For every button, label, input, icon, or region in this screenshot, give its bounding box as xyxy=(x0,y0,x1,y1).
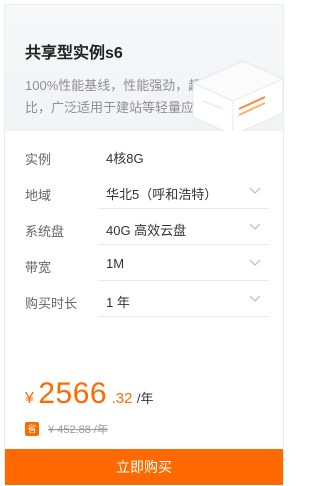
spec-value-duration: 1 年 xyxy=(106,295,130,310)
buy-now-button[interactable]: 立即购买 xyxy=(5,449,283,485)
spec-row-bandwidth[interactable]: 带宽 1M xyxy=(5,247,283,283)
price-unit: /年 xyxy=(136,391,154,406)
bandwidth-select[interactable]: 1M xyxy=(98,247,269,281)
duration-select[interactable]: 1 年 xyxy=(98,283,269,317)
price-decimal: .32 xyxy=(111,390,133,407)
chevron-down-icon xyxy=(249,259,261,266)
product-hero: 共享型实例s6 100%性能基线，性能强劲，超高性价比，广泛适用于建站等轻量应用 xyxy=(5,5,283,131)
currency-symbol: ¥ xyxy=(25,390,34,407)
original-price-text: ¥ 452.88 /年 xyxy=(48,424,108,436)
spec-label: 实例 xyxy=(25,152,52,167)
spec-label: 地域 xyxy=(25,188,52,203)
spec-label: 购买时长 xyxy=(25,296,78,311)
spec-value-instance: 4核8G xyxy=(106,151,144,166)
spec-row-disk[interactable]: 系统盘 40G 高效云盘 xyxy=(5,211,283,247)
spec-label: 系统盘 xyxy=(25,224,65,239)
price: ¥ 2566 .32 /年 xyxy=(25,377,154,411)
product-title: 共享型实例s6 xyxy=(25,45,123,62)
spec-list: 实例 4核8G 地域 华北5（呼和浩特） 系统盘 40G 高效云盘 带宽 1M xyxy=(5,139,283,319)
chevron-down-icon xyxy=(249,295,261,302)
save-badge: 省 xyxy=(25,422,39,436)
chevron-down-icon xyxy=(249,187,261,194)
product-card: 共享型实例s6 100%性能基线，性能强劲，超高性价比，广泛适用于建站等轻量应用… xyxy=(4,4,284,485)
server-illustration-icon xyxy=(191,60,283,131)
spec-value-region: 华北5（呼和浩特） xyxy=(106,187,218,202)
spec-row-instance: 实例 4核8G xyxy=(5,139,283,175)
spec-label: 带宽 xyxy=(25,260,52,275)
region-select[interactable]: 华北5（呼和浩特） xyxy=(98,175,269,209)
spec-value-disk: 40G 高效云盘 xyxy=(106,223,187,238)
chevron-down-icon xyxy=(249,223,261,230)
spec-row-duration[interactable]: 购买时长 1 年 xyxy=(5,283,283,319)
spec-value-box: 4核8G xyxy=(98,139,269,173)
disk-select[interactable]: 40G 高效云盘 xyxy=(98,211,269,245)
spec-row-region[interactable]: 地域 华北5（呼和浩特） xyxy=(5,175,283,211)
spec-value-bandwidth: 1M xyxy=(106,256,125,271)
original-price: 省 ¥ 452.88 /年 xyxy=(25,421,108,437)
price-integer: 2566 xyxy=(38,377,108,410)
